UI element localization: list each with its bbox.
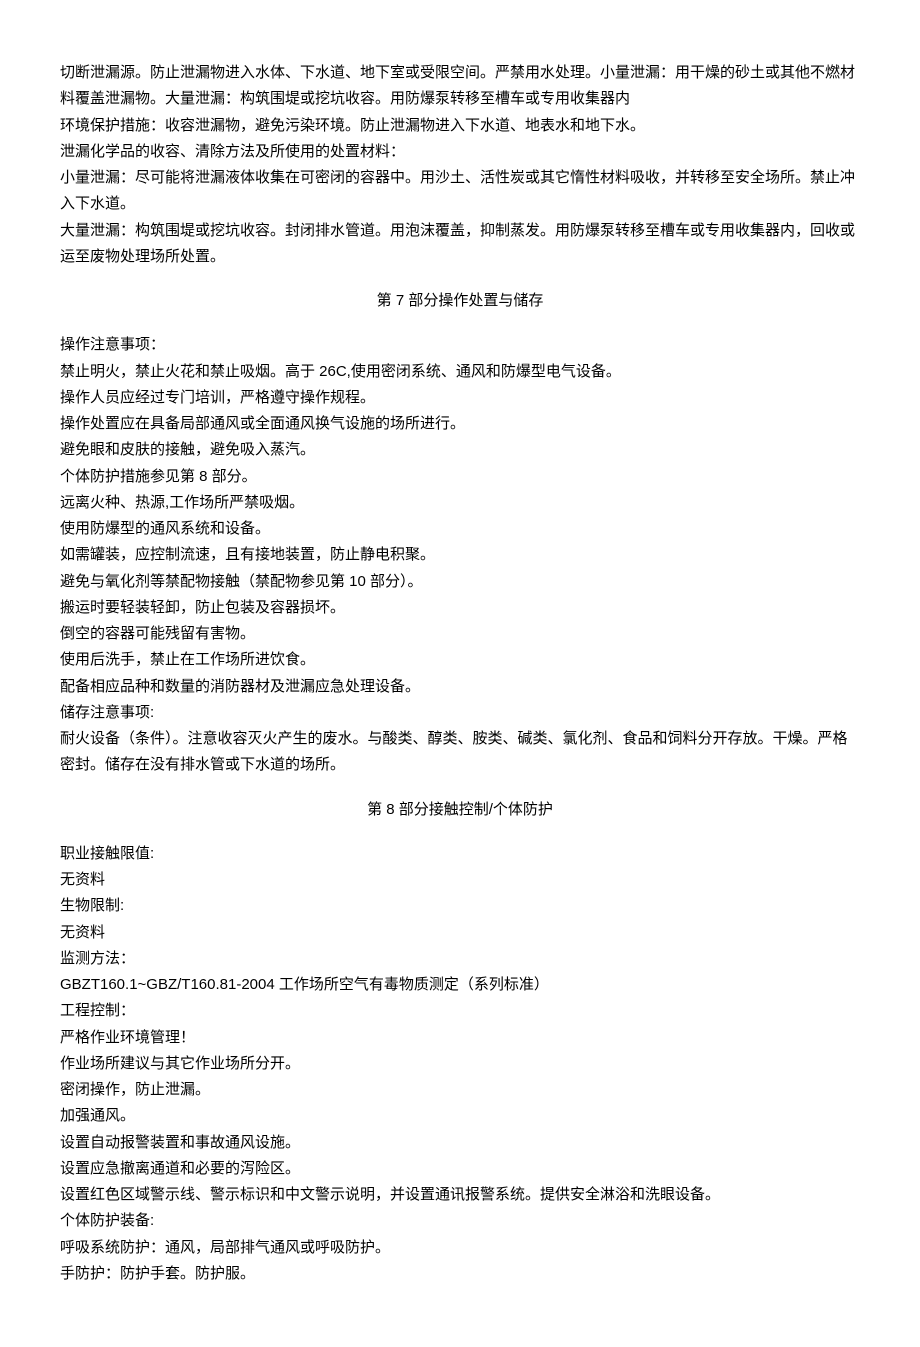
section-8-heading: 第 8 部分接触控制/个体防护 — [60, 797, 860, 823]
paragraph: GBZT160.1~GBZ/T160.81-2004 工作场所空气有毒物质测定（… — [60, 972, 860, 998]
paragraph: 切断泄漏源。防止泄漏物进入水体、下水道、地下室或受限空间。严禁用水处理。小量泄漏… — [60, 60, 860, 113]
paragraph: 监测方法： — [60, 946, 860, 972]
paragraph: 耐火设备（条件）。注意收容灭火产生的废水。与酸类、醇类、胺类、碱类、氯化剂、食品… — [60, 726, 860, 779]
paragraph: 操作人员应经过专门培训，严格遵守操作规程。 — [60, 385, 860, 411]
paragraph: 使用防爆型的通风系统和设备。 — [60, 516, 860, 542]
paragraph: 倒空的容器可能残留有害物。 — [60, 621, 860, 647]
paragraph: 工程控制： — [60, 998, 860, 1024]
paragraph: 配备相应品种和数量的消防器材及泄漏应急处理设备。 — [60, 674, 860, 700]
paragraph: 避免眼和皮肤的接触，避免吸入蒸汽。 — [60, 437, 860, 463]
paragraph: 呼吸系统防护：通风，局部排气通风或呼吸防护。 — [60, 1235, 860, 1261]
paragraph: 远离火种、热源,工作场所严禁吸烟。 — [60, 490, 860, 516]
paragraph: 操作注意事项： — [60, 332, 860, 358]
paragraph: 手防护：防护手套。防护服。 — [60, 1261, 860, 1287]
paragraph: 设置红色区域警示线、警示标识和中文警示说明，并设置通讯报警系统。提供安全淋浴和洗… — [60, 1182, 860, 1208]
paragraph: 使用后洗手，禁止在工作场所进饮食。 — [60, 647, 860, 673]
paragraph: 避免与氧化剂等禁配物接触（禁配物参见第 10 部分）。 — [60, 569, 860, 595]
section-7-heading: 第 7 部分操作处置与储存 — [60, 288, 860, 314]
paragraph: 作业场所建议与其它作业场所分开。 — [60, 1051, 860, 1077]
section-8-body: 职业接触限值: 无资料 生物限制: 无资料 监测方法： GBZT160.1~GB… — [60, 841, 860, 1287]
paragraph: 储存注意事项: — [60, 700, 860, 726]
paragraph: 设置自动报警装置和事故通风设施。 — [60, 1130, 860, 1156]
section-6-continuation: 切断泄漏源。防止泄漏物进入水体、下水道、地下室或受限空间。严禁用水处理。小量泄漏… — [60, 60, 860, 270]
paragraph: 搬运时要轻装轻卸，防止包装及容器损坏。 — [60, 595, 860, 621]
paragraph: 大量泄漏：构筑围堤或挖坑收容。封闭排水管道。用泡沫覆盖，抑制蒸发。用防爆泵转移至… — [60, 218, 860, 271]
section-7-body: 操作注意事项： 禁止明火，禁止火花和禁止吸烟。高于 26C,使用密闭系统、通风和… — [60, 332, 860, 778]
paragraph: 如需罐装，应控制流速，且有接地装置，防止静电积聚。 — [60, 542, 860, 568]
paragraph: 无资料 — [60, 920, 860, 946]
paragraph: 环境保护措施：收容泄漏物，避免污染环境。防止泄漏物进入下水道、地表水和地下水。 — [60, 113, 860, 139]
paragraph: 严格作业环境管理！ — [60, 1025, 860, 1051]
paragraph: 泄漏化学品的收容、清除方法及所使用的处置材料： — [60, 139, 860, 165]
paragraph: 密闭操作，防止泄漏。 — [60, 1077, 860, 1103]
paragraph: 禁止明火，禁止火花和禁止吸烟。高于 26C,使用密闭系统、通风和防爆型电气设备。 — [60, 359, 860, 385]
paragraph: 设置应急撤离通道和必要的泻险区。 — [60, 1156, 860, 1182]
paragraph: 个体防护措施参见第 8 部分。 — [60, 464, 860, 490]
paragraph: 小量泄漏：尽可能将泄漏液体收集在可密闭的容器中。用沙土、活性炭或其它惰性材料吸收… — [60, 165, 860, 218]
paragraph: 无资料 — [60, 867, 860, 893]
paragraph: 职业接触限值: — [60, 841, 860, 867]
paragraph: 个体防护装备: — [60, 1208, 860, 1234]
paragraph: 加强通风。 — [60, 1103, 860, 1129]
paragraph: 操作处置应在具备局部通风或全面通风换气设施的场所进行。 — [60, 411, 860, 437]
paragraph: 生物限制: — [60, 893, 860, 919]
